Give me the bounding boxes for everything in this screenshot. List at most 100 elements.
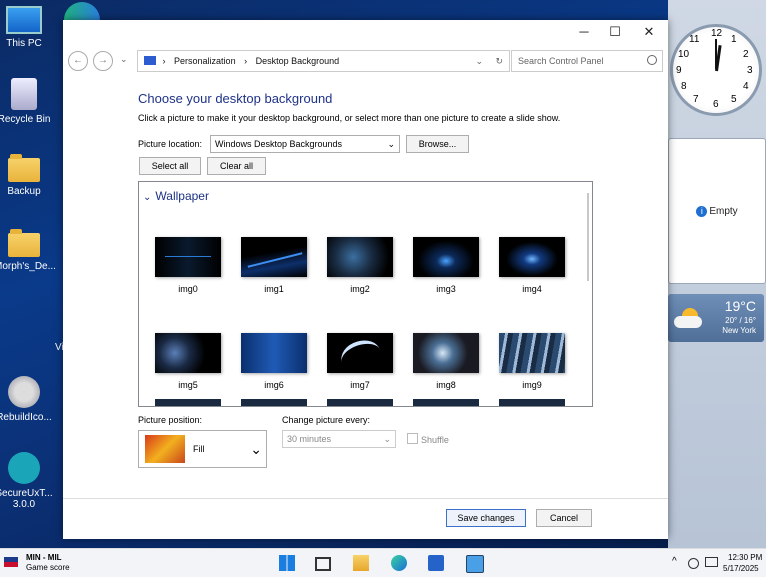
wallpaper-tile[interactable]: img1 [241, 237, 307, 294]
clock-minute-hand [715, 39, 717, 69]
wallpaper-thumbnail [499, 333, 565, 373]
picture-position-select[interactable]: Fill ⌄ [138, 430, 267, 468]
wallpaper-thumbnail [155, 333, 221, 373]
change-interval-select[interactable]: 30 minutes ⌄ [282, 430, 396, 448]
folder-icon [8, 154, 40, 182]
back-button[interactable]: ← [68, 51, 88, 71]
app-icon [8, 452, 40, 484]
taskbar: MIN - MIL Game score ^ 12:30 PM 5/17/202… [0, 548, 766, 577]
clock-date[interactable]: 5/17/2025 [723, 564, 759, 573]
navigation-bar: ← → ⌄ › Personalization › Desktop Backgr… [63, 50, 668, 74]
wallpaper-thumbnail [327, 237, 393, 277]
desktop-icon-backup[interactable]: Backup [0, 154, 54, 197]
wallpaper-caption: img3 [436, 284, 456, 294]
task-view-icon[interactable] [315, 557, 331, 571]
wallpaper-caption: img9 [522, 380, 542, 390]
title-bar[interactable]: ─ ☐ ✕ [63, 20, 668, 46]
monitor-icon [6, 6, 42, 34]
desktop-icon-label: SecureUxT... 3.0.0 [0, 488, 53, 510]
breadcrumb-desktop-background[interactable]: Desktop Background [256, 56, 340, 66]
wallpaper-tile[interactable]: img8 [413, 333, 479, 390]
desktop-icon-label: RebuildIco... [0, 412, 52, 423]
desktop-icon-label: Recycle Bin [0, 114, 51, 125]
search-input[interactable]: Search Control Panel [511, 50, 663, 72]
score-widget[interactable]: MIN - MIL Game score [2, 553, 92, 575]
settings-tray-icon[interactable] [688, 558, 699, 569]
select-all-button[interactable]: Select all [139, 157, 201, 175]
wallpaper-tile[interactable]: img6 [241, 333, 307, 390]
robot-icon [8, 376, 40, 408]
clear-all-button[interactable]: Clear all [207, 157, 266, 175]
desktop-icon-label: Morph's_De... [0, 261, 56, 272]
wallpaper-thumbnail [413, 237, 479, 277]
page-description: Click a picture to make it your desktop … [138, 113, 561, 123]
tray-chevron-up-icon[interactable]: ^ [672, 556, 677, 567]
refresh-icon[interactable]: ↻ [495, 51, 503, 71]
minimize-button[interactable]: ─ [569, 24, 599, 42]
group-header-wallpaper[interactable]: ⌄ Wallpaper [143, 189, 209, 203]
control-panel-icon[interactable] [466, 555, 484, 573]
change-picture-label: Change picture every: [282, 415, 371, 425]
close-button[interactable]: ✕ [634, 24, 664, 42]
wallpaper-thumbnail [241, 333, 307, 373]
desktop-icon-rebuildicon[interactable]: RebuildIco... [0, 376, 54, 423]
address-bar[interactable]: › Personalization › Desktop Background ⌄… [137, 50, 510, 72]
clock-time[interactable]: 12:30 PM [728, 553, 762, 562]
shuffle-checkbox[interactable]: Shuffle [407, 433, 449, 445]
browse-button[interactable]: Browse... [406, 135, 469, 153]
wallpaper-tile[interactable]: img9 [499, 333, 565, 390]
wallpaper-caption: img8 [436, 380, 456, 390]
save-changes-button[interactable]: Save changes [446, 509, 526, 527]
wallpaper-caption: img0 [178, 284, 198, 294]
dialog-footer: Save changes Cancel [63, 498, 668, 539]
desktop-icon-this-pc[interactable]: This PC [0, 6, 54, 49]
wallpaper-tile[interactable]: img0 [155, 237, 221, 294]
file-explorer-icon[interactable] [353, 555, 369, 571]
checkbox-box[interactable] [407, 433, 418, 444]
store-icon[interactable] [428, 555, 444, 571]
control-panel-icon [144, 56, 156, 65]
page-title: Choose your desktop background [138, 91, 333, 106]
empty-gadget: i Empty [668, 138, 766, 284]
desktop-icon-morphs[interactable]: Morph's_De... [0, 229, 56, 272]
wallpaper-caption: img5 [178, 380, 198, 390]
picture-location-select[interactable]: Windows Desktop Backgrounds ⌄ [210, 135, 400, 153]
desktop-background-window: ─ ☐ ✕ ← → ⌄ › Personalization › Desktop … [63, 20, 668, 539]
flag-icon [4, 557, 18, 567]
address-dropdown-icon[interactable]: ⌄ [475, 51, 483, 71]
chevron-down-icon: ⌄ [143, 192, 152, 203]
fill-preview-icon [145, 435, 185, 463]
desktop-icon-label: Backup [7, 186, 41, 197]
wallpaper-caption: img1 [264, 284, 284, 294]
wallpaper-gallery[interactable]: ⌄ Wallpaper img0 img1 img2 img3 img4 img5 [138, 181, 593, 407]
edge-icon[interactable] [391, 555, 407, 571]
network-icon[interactable] [705, 557, 718, 567]
wallpaper-row-partial [155, 399, 565, 406]
gallery-scrollbar[interactable] [587, 193, 589, 281]
chevron-down-icon: ⌄ [250, 441, 262, 457]
desktop-icon-secureux[interactable]: SecureUxT... 3.0.0 [0, 452, 54, 510]
wallpaper-tile[interactable]: img7 [327, 333, 393, 390]
picture-position-label: Picture position: [138, 415, 203, 425]
edge-icon[interactable] [64, 2, 100, 20]
breadcrumb-personalization[interactable]: Personalization [174, 56, 236, 66]
wallpaper-tile[interactable]: img2 [327, 237, 393, 294]
wallpaper-caption: img2 [350, 284, 370, 294]
picture-location-label: Picture location: [138, 139, 203, 149]
chevron-down-icon: ⌄ [383, 434, 391, 444]
recent-pages-button[interactable]: ⌄ [120, 54, 128, 65]
search-icon [647, 55, 657, 65]
forward-button[interactable]: → [93, 51, 113, 71]
desktop-icon-recycle-bin[interactable]: Recycle Bin [0, 78, 54, 125]
wallpaper-thumbnail [241, 237, 307, 277]
cancel-button[interactable]: Cancel [536, 509, 592, 527]
maximize-button[interactable]: ☐ [600, 24, 630, 42]
cloud-sun-icon [674, 308, 704, 328]
wallpaper-tile[interactable]: img5 [155, 333, 221, 390]
folder-icon [8, 229, 40, 257]
start-icon[interactable] [279, 555, 295, 571]
wallpaper-tile[interactable]: img3 [413, 237, 479, 294]
wallpaper-tile[interactable]: img4 [499, 237, 565, 294]
gadget-sidebar: 12 1 2 3 4 5 6 7 8 9 10 11 i Empty 19°C … [668, 0, 766, 548]
wallpaper-thumbnail [327, 333, 393, 373]
